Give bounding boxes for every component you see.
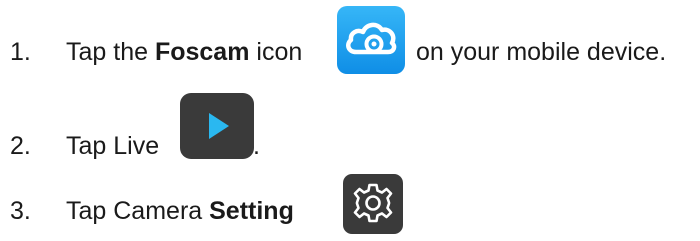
step-text: Tap the Foscam icon — [66, 36, 302, 68]
step-trail-text: on your mobile device. — [416, 38, 667, 66]
step-text: Tap Camera Setting — [66, 195, 294, 227]
step-text-pre: Tap the — [66, 38, 155, 66]
play-icon — [180, 93, 254, 159]
step-text-post: icon — [249, 38, 303, 66]
step-number: 3. — [10, 197, 31, 225]
step-text-bold: Setting — [209, 197, 294, 225]
step-number: 1. — [10, 38, 31, 66]
step-number: 2. — [10, 132, 31, 160]
step-2: 2. Tap Live . — [0, 130, 700, 162]
foscam-cloud-camera-icon — [337, 6, 405, 74]
step-trail-text: . — [253, 132, 260, 160]
step-text-pre: Tap Camera — [66, 197, 210, 225]
step-text-bold: Foscam — [154, 38, 250, 66]
gear-icon — [343, 174, 403, 234]
step-text: Tap Live — [66, 132, 160, 160]
